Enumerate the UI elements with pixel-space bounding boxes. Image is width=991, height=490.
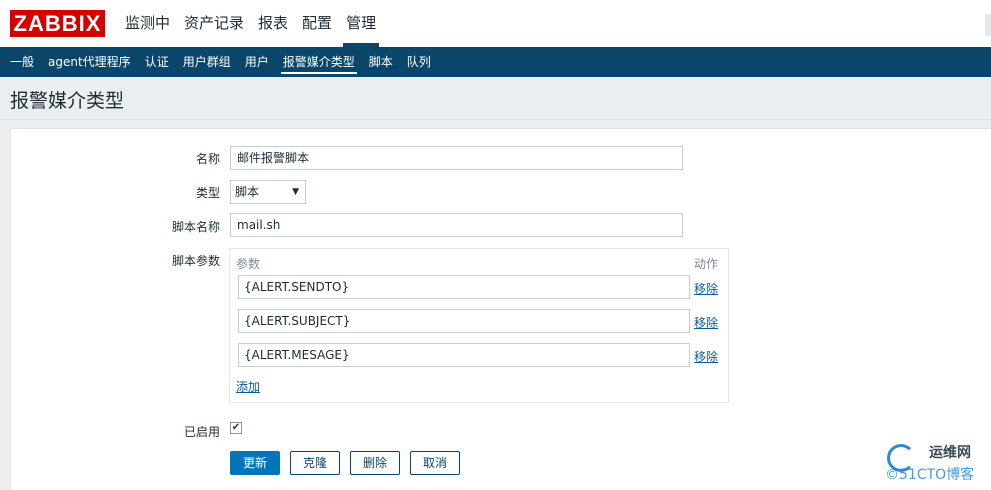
menu-monitoring[interactable]: 监测中 <box>118 0 177 47</box>
main-menu: 监测中 资产记录 报表 配置 管理 <box>118 0 383 47</box>
search-box-edge[interactable] <box>985 14 991 36</box>
type-label: 类型 <box>195 186 220 200</box>
submenu-agent-proxies[interactable]: agent代理程序 <box>41 47 138 77</box>
script-name-label: 脚本名称 <box>171 220 220 234</box>
add-param-link[interactable]: 添加 <box>236 378 260 395</box>
menu-administration[interactable]: 管理 <box>339 0 383 47</box>
watermark-bottom-text: ©51CTO博客 <box>885 467 975 483</box>
name-label: 名称 <box>195 152 220 166</box>
submenu-general[interactable]: 一般 <box>3 47 41 77</box>
type-select[interactable]: 脚本 ▼ <box>230 180 306 204</box>
script-params-label: 脚本参数 <box>171 254 220 268</box>
title-divider <box>0 119 991 120</box>
dropdown-arrow-icon: ▼ <box>292 187 299 197</box>
param-input-2[interactable]: {ALERT.SUBJECT} <box>238 309 690 333</box>
submenu-scripts[interactable]: 脚本 <box>362 47 400 77</box>
type-select-value: 脚本 <box>235 185 260 199</box>
menu-inventory[interactable]: 资产记录 <box>177 0 251 47</box>
name-input[interactable]: 邮件报警脚本 <box>230 146 683 170</box>
checkmark-icon: ✔ <box>231 422 241 433</box>
submenu-user-groups[interactable]: 用户群组 <box>176 47 238 77</box>
remove-link-1[interactable]: 移除 <box>694 280 718 297</box>
clone-button[interactable]: 克隆 <box>290 451 340 475</box>
script-name-input[interactable]: mail.sh <box>230 213 683 237</box>
menu-reports[interactable]: 报表 <box>251 0 295 47</box>
update-button[interactable]: 更新 <box>230 451 280 475</box>
sub-menu: 一般 agent代理程序 认证 用户群组 用户 报警媒介类型 脚本 队列 <box>0 47 991 77</box>
submenu-users[interactable]: 用户 <box>238 47 276 77</box>
param-input-1[interactable]: {ALERT.SENDTO} <box>238 275 690 299</box>
watermark: 运维网 ©51CTO博客 <box>885 440 991 490</box>
enabled-checkbox[interactable]: ✔ <box>230 422 242 434</box>
remove-link-2[interactable]: 移除 <box>694 314 718 331</box>
cancel-button[interactable]: 取消 <box>410 451 460 475</box>
watermark-top-text: 运维网 <box>929 445 971 461</box>
top-bar: ZABBIX 监测中 资产记录 报表 配置 管理 <box>0 0 991 47</box>
submenu-media-types[interactable]: 报警媒介类型 <box>276 47 362 77</box>
page-title: 报警媒介类型 <box>10 90 125 112</box>
script-params-table: 参数 动作 {ALERT.SENDTO} 移除 {ALERT.SUBJECT} … <box>229 248 729 403</box>
action-column-header: 动作 <box>694 257 719 271</box>
param-input-3[interactable]: {ALERT.MESAGE} <box>238 343 690 367</box>
zabbix-logo[interactable]: ZABBIX <box>10 10 105 37</box>
param-column-header: 参数 <box>236 257 261 271</box>
enabled-label: 已启用 <box>183 425 220 439</box>
submenu-authentication[interactable]: 认证 <box>138 47 176 77</box>
delete-button[interactable]: 删除 <box>350 451 400 475</box>
menu-configuration[interactable]: 配置 <box>295 0 339 47</box>
submenu-queue[interactable]: 队列 <box>400 47 438 77</box>
remove-link-3[interactable]: 移除 <box>694 348 718 365</box>
